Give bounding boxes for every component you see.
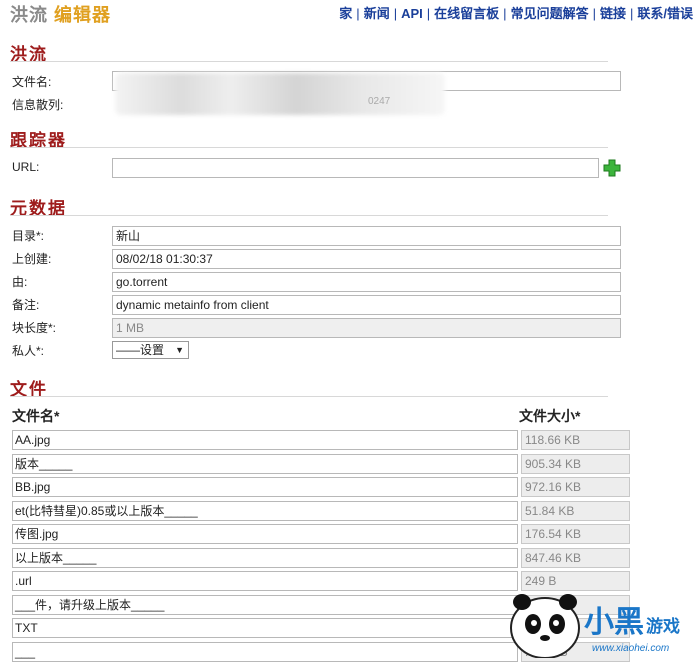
nav-faq[interactable]: 常见问题解答 <box>511 6 589 21</box>
file-size-field: 905.34 KB <box>521 453 630 474</box>
column-header-filesize: 文件大小* <box>519 408 581 424</box>
private-label: 私人*: <box>12 344 45 358</box>
comment-input[interactable]: dynamic metainfo from client <box>112 295 621 315</box>
chevron-down-icon: ▼ <box>175 345 184 355</box>
nav-home[interactable]: 家 <box>339 6 352 21</box>
file-name-input[interactable]: ___件，请升级上版本_____ <box>12 594 518 615</box>
watermark-logo: 小黑 游戏 www.xiaohei.com <box>510 594 680 658</box>
file-size-field: 972.16 KB <box>521 477 630 497</box>
file-name-input[interactable]: 传图.jpg <box>12 524 518 544</box>
nav-news[interactable]: 新闻 <box>364 6 390 21</box>
divider <box>10 147 608 148</box>
piece-length-input: 1 MB <box>112 318 621 338</box>
private-select[interactable]: ——设置 ▼ <box>112 341 189 359</box>
app-title-part1: 洪流 <box>10 5 48 25</box>
column-header-filename: 文件名* <box>12 408 60 424</box>
divider <box>10 61 608 62</box>
file-name-input[interactable]: TXT <box>12 618 518 638</box>
svg-text:小黑: 小黑 <box>584 606 644 639</box>
app-title: 洪流 编辑器 <box>10 1 111 27</box>
created-input[interactable]: 08/02/18 01:30:37 <box>112 249 621 269</box>
nav-contact[interactable]: 联系/错误 <box>637 6 693 21</box>
meta-label-comment: 备注: <box>12 298 40 312</box>
nav-api[interactable]: API <box>401 6 423 21</box>
url-label: URL: <box>12 160 40 174</box>
svg-text:www.xiaohei.com: www.xiaohei.com <box>592 643 669 654</box>
divider <box>10 396 608 397</box>
meta-label-createdby: 由: <box>12 275 28 289</box>
file-name-input[interactable]: 版本_____ <box>12 453 518 474</box>
divider <box>10 215 608 216</box>
file-name-input[interactable]: AA.jpg <box>12 430 518 450</box>
meta-label-directory: 目录*: <box>12 229 45 243</box>
file-size-field: 51.84 KB <box>521 500 630 521</box>
nav-forum[interactable]: 在线留言板 <box>434 6 499 21</box>
infohash-label: 信息散列: <box>12 98 64 112</box>
top-nav: 家 | 新闻 | API | 在线留言板 | 常见问题解答 | 链接 | 联系/错误 <box>339 6 693 21</box>
file-size-field: 847.46 KB <box>521 547 630 568</box>
infohash-value: 0247 <box>368 96 391 107</box>
nav-links[interactable]: 链接 <box>600 6 626 21</box>
filename-label: 文件名: <box>12 75 52 89</box>
tracker-url-input[interactable] <box>112 158 599 178</box>
add-tracker-icon[interactable] <box>603 159 621 177</box>
meta-label-created: 上创建: <box>12 252 52 266</box>
file-size-field: 118.66 KB <box>521 430 630 450</box>
file-name-input[interactable]: ___ <box>12 641 518 662</box>
file-size-field: 176.54 KB <box>521 524 630 544</box>
meta-label-piece-length: 块长度*: <box>12 321 57 335</box>
created-by-input[interactable]: go.torrent <box>112 272 621 292</box>
redacted-area <box>115 73 445 115</box>
file-name-input[interactable]: et(比特彗星)0.85或以上版本_____ <box>12 500 518 521</box>
directory-input[interactable]: 新山 <box>112 226 621 246</box>
file-name-input[interactable]: BB.jpg <box>12 477 518 497</box>
file-name-input[interactable]: 以上版本_____ <box>12 547 518 568</box>
file-name-input[interactable]: .url <box>12 571 518 591</box>
svg-text:游戏: 游戏 <box>646 616 680 636</box>
app-title-part2: 编辑器 <box>54 5 111 25</box>
private-select-value: ——设置 <box>116 343 165 357</box>
